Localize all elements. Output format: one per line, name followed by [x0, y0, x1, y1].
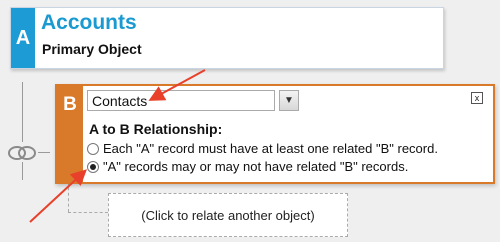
primary-object-card[interactable]: A Accounts Primary Object: [10, 7, 444, 69]
relationship-heading: A to B Relationship:: [89, 121, 223, 137]
object-a-name: Accounts: [41, 11, 137, 34]
dotted-connector-v: [68, 182, 69, 212]
object-a-letter: A: [11, 8, 35, 68]
object-b-letter: B: [57, 86, 83, 182]
close-button[interactable]: x: [471, 92, 483, 104]
option-optional-label: "A" records may or may not have related …: [103, 159, 409, 174]
add-object-button[interactable]: (Click to relate another object): [108, 193, 348, 237]
link-icon: [8, 146, 36, 160]
dotted-connector-h: [68, 212, 108, 213]
relationship-option-required[interactable]: Each "A" record must have at least one r…: [87, 141, 438, 156]
chevron-down-icon[interactable]: ▼: [279, 90, 299, 111]
radio-optional[interactable]: [87, 160, 99, 173]
related-object-card: B Contacts ▼ x A to B Relationship: Each…: [55, 84, 495, 184]
connector-line-bottom: [22, 162, 23, 180]
connector-line-top: [22, 82, 23, 142]
radio-required[interactable]: [87, 142, 99, 155]
relationship-option-optional[interactable]: "A" records may or may not have related …: [87, 159, 408, 174]
object-select[interactable]: Contacts: [87, 90, 275, 111]
option-required-label: Each "A" record must have at least one r…: [103, 141, 438, 156]
object-a-role: Primary Object: [42, 41, 142, 57]
